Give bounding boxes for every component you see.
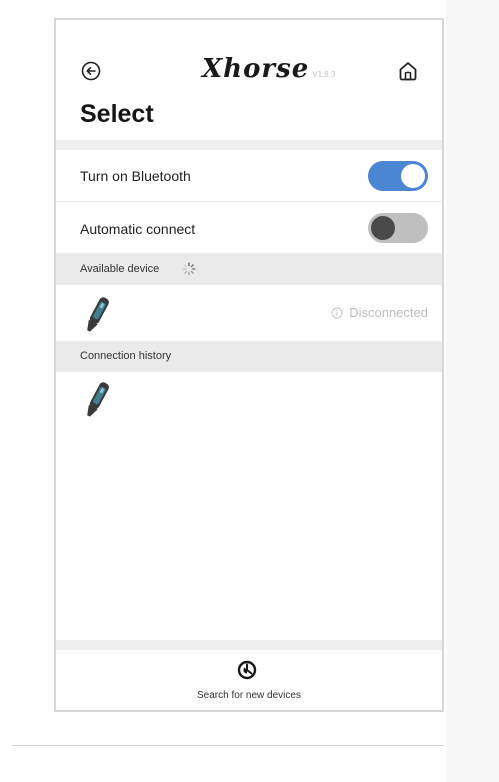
section-gap [56, 140, 442, 150]
bluetooth-label: Turn on Bluetooth [80, 168, 191, 184]
auto-connect-toggle[interactable] [368, 213, 428, 243]
brand-logo: Xhorse V1.8.3 [202, 54, 335, 84]
home-icon [399, 62, 417, 81]
key-tool-icon [87, 297, 109, 332]
circle-arrow-left-icon [81, 61, 101, 81]
bluetooth-toggle[interactable] [368, 161, 428, 191]
toggle-knob [401, 164, 425, 188]
app-screen: Xhorse V1.8.3 Select Turn on Bluetooth A… [54, 18, 444, 712]
connection-history-header: Connection history [56, 341, 442, 372]
page-title: Select [80, 100, 154, 128]
page-divider [12, 745, 444, 746]
search-devices-button[interactable]: Search for new devices [56, 650, 442, 710]
logo-text: Xhorse [202, 54, 310, 84]
auto-connect-label: Automatic connect [80, 221, 196, 237]
history-device-item[interactable] [56, 372, 442, 428]
info-icon [331, 307, 343, 318]
connection-status: Disconnected [331, 305, 428, 320]
back-button[interactable] [80, 60, 102, 82]
bluetooth-row: Turn on Bluetooth [56, 150, 442, 202]
home-button[interactable] [396, 59, 420, 83]
key-tool-icon [87, 382, 109, 417]
toggle-knob [371, 216, 395, 240]
page-background-right [446, 0, 499, 782]
search-devices-icon [237, 660, 257, 680]
history-list [56, 372, 442, 640]
search-devices-label: Search for new devices [197, 690, 301, 701]
loading-spinner-icon [182, 262, 196, 276]
available-devices-title: Available device [80, 263, 160, 275]
auto-connect-row: Automatic connect [56, 202, 442, 254]
footer: Search for new devices [56, 650, 442, 710]
available-devices-header: Available device [56, 254, 442, 285]
footer-separator [56, 640, 442, 650]
available-device-item[interactable]: Disconnected [56, 285, 442, 341]
header: Xhorse V1.8.3 Select [56, 20, 442, 150]
status-text: Disconnected [349, 305, 428, 320]
connection-history-title: Connection history [80, 350, 172, 362]
app-version: V1.8.3 [312, 70, 336, 79]
